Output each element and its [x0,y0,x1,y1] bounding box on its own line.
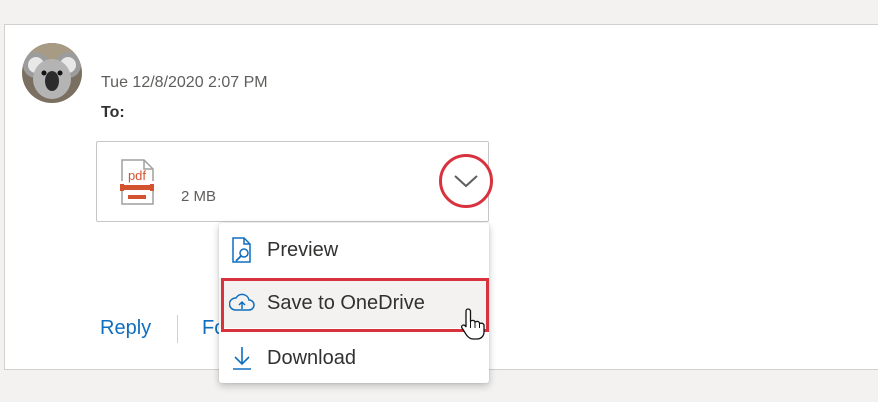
attachment-context-menu: Preview Save to OneDrive Download [219,223,489,383]
attachment-card[interactable]: pdf 2 MB [96,141,493,222]
reply-button[interactable]: Reply [100,317,151,340]
menu-item-label: Save to OneDrive [267,291,425,314]
pdf-icon-text: pdf [128,168,146,183]
pdf-file-icon: pdf [118,159,156,205]
message-date: Tue 12/8/2020 2:07 PM [101,74,268,91]
menu-item-label: Download [267,346,356,369]
avatar[interactable] [22,43,82,103]
preview-icon [229,237,255,263]
menu-item-label: Preview [267,238,339,261]
menu-item-download[interactable]: Download [219,333,489,383]
cloud-upload-icon [229,290,255,316]
menu-item-preview[interactable]: Preview [219,225,489,275]
koala-avatar-icon [22,43,82,103]
chevron-down-icon [454,175,478,188]
hand-cursor-icon [460,307,486,341]
attachment-size: 2 MB [181,188,217,205]
action-divider [177,315,178,343]
menu-item-save-to-onedrive[interactable]: Save to OneDrive [219,278,489,328]
attachment-more-button[interactable] [439,154,493,208]
download-icon [229,345,255,371]
page: Tue 12/8/2020 2:07 PM To: pdf 2 MB Reply… [0,0,878,402]
to-label: To: [101,104,125,121]
